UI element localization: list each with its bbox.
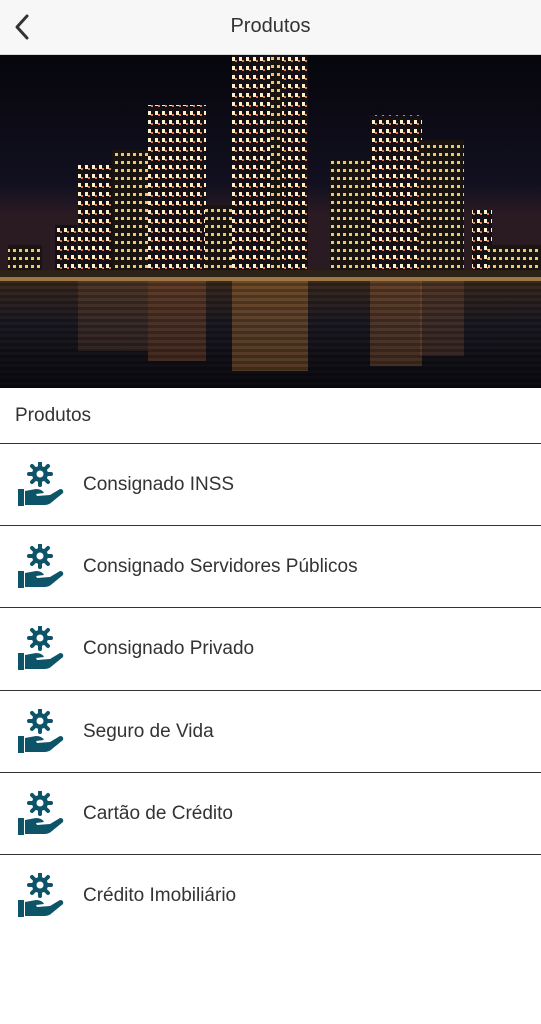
hand-gear-icon xyxy=(18,872,64,917)
hand-gear-icon xyxy=(18,708,64,753)
hand-gear-icon xyxy=(18,626,64,671)
hero-banner xyxy=(0,55,541,388)
list-item-label: Crédito Imobiliário xyxy=(83,884,237,906)
list-item-label: Consignado Privado xyxy=(83,638,255,660)
city-skyline-night-image xyxy=(0,55,541,388)
list-item-seguro-de-vida[interactable]: Seguro de Vida xyxy=(0,691,541,773)
list-item-label: Consignado Servidores Públicos xyxy=(83,556,358,578)
hand-gear-icon xyxy=(18,544,64,589)
section-header: Produtos xyxy=(0,388,541,444)
list-item-consignado-privado[interactable]: Consignado Privado xyxy=(0,608,541,691)
list-item-label: Consignado INSS xyxy=(83,474,235,495)
list-item-consignado-inss[interactable]: Consignado INSS xyxy=(0,444,541,527)
page-title: Produtos xyxy=(230,15,311,37)
list-item-label: Cartão de Crédito xyxy=(83,802,233,824)
list-item-cartao-de-credito[interactable]: Cartão de Crédito xyxy=(0,773,541,855)
hand-gear-icon xyxy=(18,790,64,835)
list-item-credito-imobiliario[interactable]: Crédito Imobiliário xyxy=(0,855,541,937)
navigation-bar: Produtos xyxy=(0,0,541,55)
product-list: Consignado INSS Consignado Servidores Pú… xyxy=(0,444,541,937)
list-item-label: Seguro de Vida xyxy=(83,720,214,742)
list-item-consignado-servidores-publicos[interactable]: Consignado Servidores Públicos xyxy=(0,526,541,609)
section-title: Produtos xyxy=(15,405,92,426)
hand-gear-icon xyxy=(18,462,64,506)
